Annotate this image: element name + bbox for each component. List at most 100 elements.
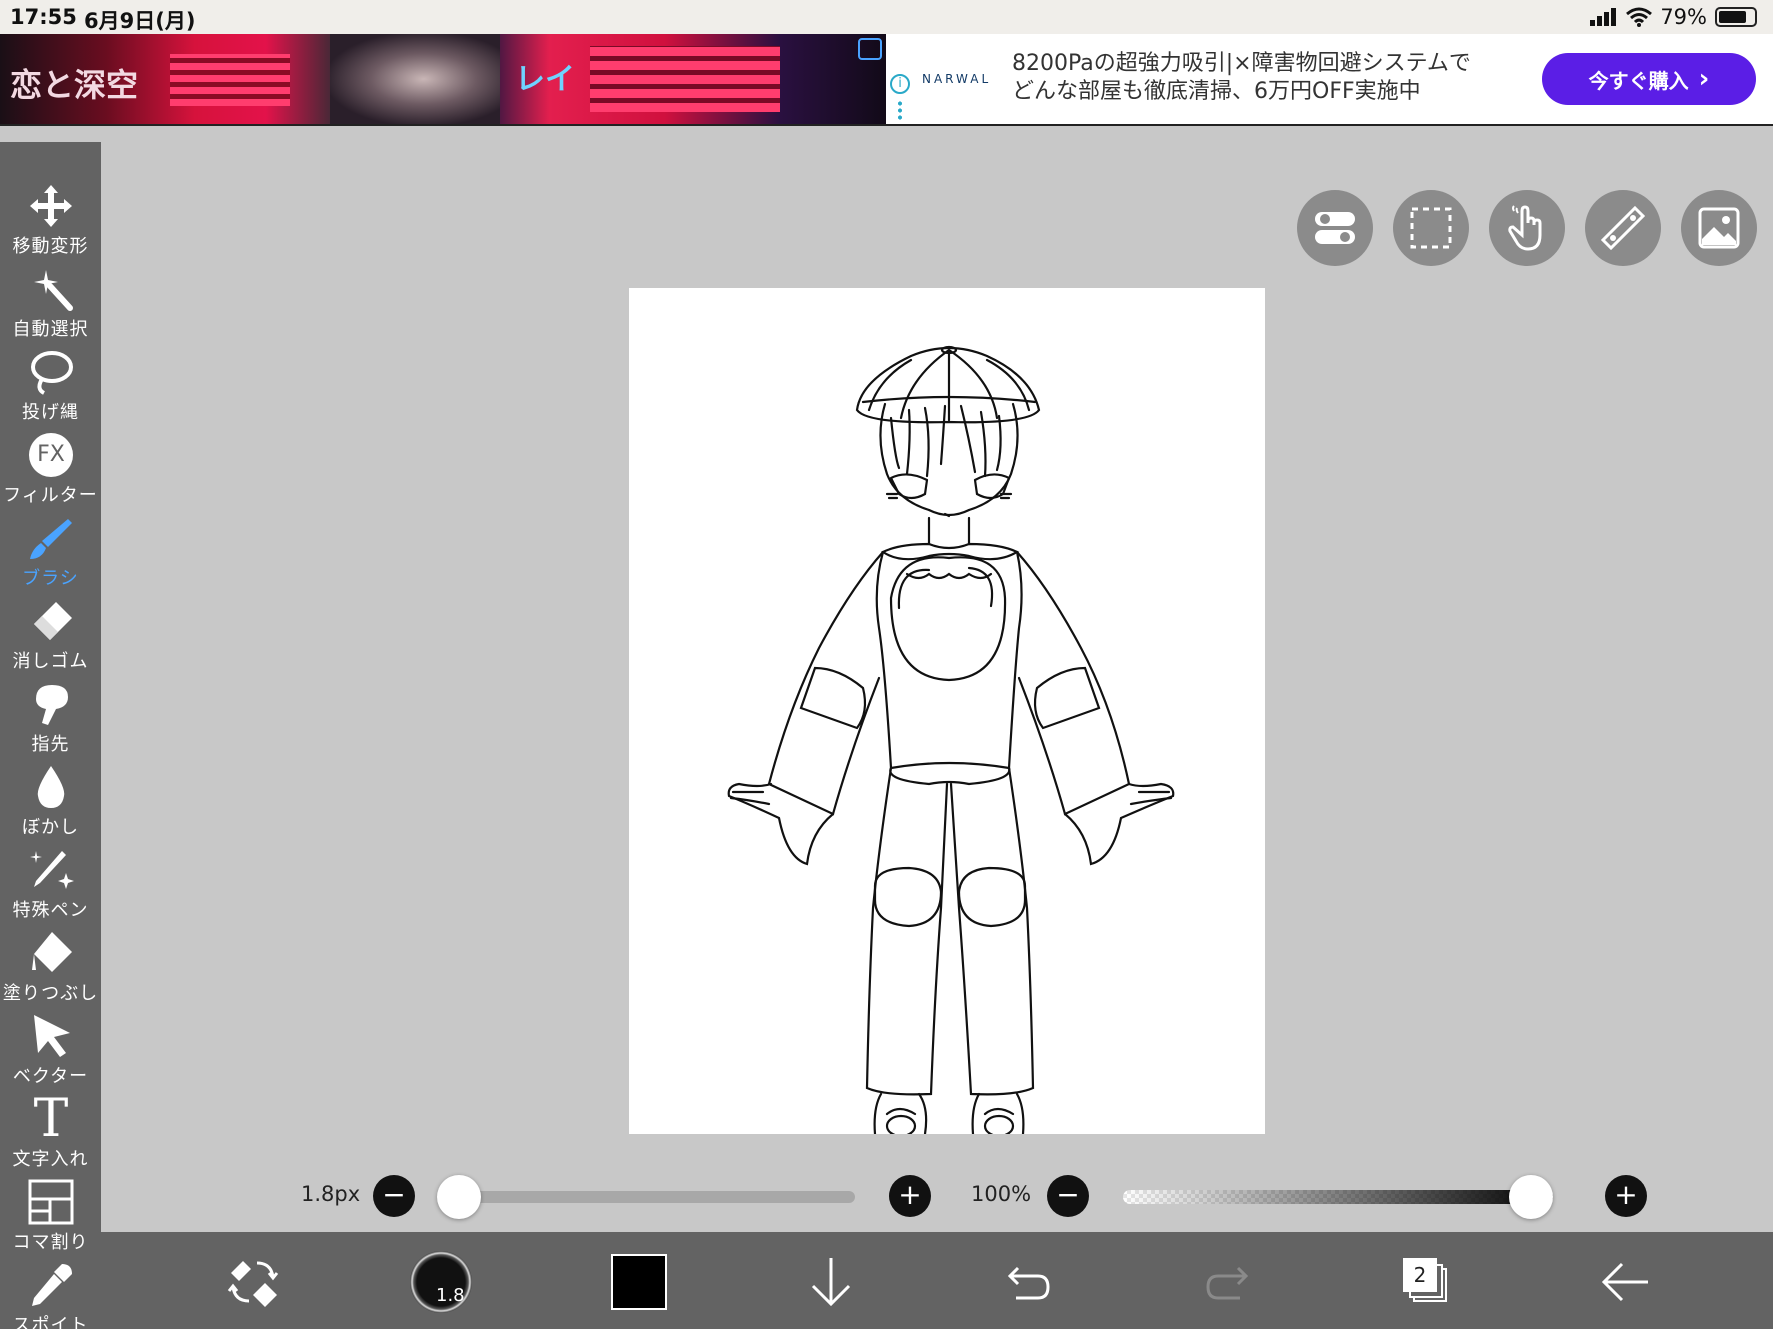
opacity-slider[interactable] — [1123, 1175, 1553, 1219]
brush-size-preview-button[interactable]: 1.8 — [407, 1251, 475, 1313]
lasso-icon — [26, 348, 76, 396]
material-button[interactable] — [1681, 190, 1757, 266]
tool-vector[interactable]: ベクター — [0, 1012, 101, 1095]
gesture-button[interactable] — [1489, 190, 1565, 266]
import-button[interactable] — [801, 1252, 861, 1312]
tool-filter[interactable]: FX フィルター — [0, 431, 101, 514]
ad-artwork[interactable]: 恋と深空 レイ — [0, 34, 886, 124]
tool-label: フィルター — [3, 485, 98, 506]
brush-eraser-swap-icon — [227, 1261, 279, 1307]
ad-text-line2: どんな部屋も徹底清掃、6万円OFF実施中 — [1012, 79, 1421, 104]
brush-size-minus-button[interactable]: − — [373, 1175, 415, 1217]
tool-label: 文字入れ — [12, 1149, 89, 1170]
text-t-glyph: T — [33, 1089, 69, 1149]
status-bar: 17:55 6月9日(月) 79% — [0, 0, 1773, 34]
tool-move[interactable]: 移動変形 — [0, 182, 101, 265]
arrow-down-icon — [811, 1258, 851, 1307]
bottom-toolbar: 1.8 2 — [101, 1232, 1773, 1329]
text-t-icon: T — [26, 1089, 76, 1149]
opacity-plus-button[interactable]: + — [1605, 1175, 1647, 1217]
layer-count: 2 — [1413, 1263, 1427, 1287]
cursor-arrow-icon — [26, 1012, 76, 1060]
selection-button[interactable] — [1393, 190, 1469, 266]
blur-drop-icon — [26, 763, 76, 811]
tool-eyedropper[interactable]: スポイト — [0, 1261, 101, 1329]
brush-size-preview: 1.8 — [410, 1251, 472, 1313]
color-swatch — [611, 1254, 667, 1310]
opacity-knob[interactable] — [1509, 1175, 1553, 1219]
selection-rect-icon — [1410, 207, 1452, 249]
toggle-icon — [1315, 212, 1355, 244]
redo-button[interactable] — [1197, 1252, 1257, 1312]
drawing-canvas[interactable] — [629, 288, 1265, 1138]
tool-label: 投げ縄 — [22, 402, 79, 423]
tool-label: 特殊ペン — [12, 900, 89, 921]
brush-size-label: 1.8px — [301, 1182, 361, 1206]
battery-icon — [1715, 7, 1757, 27]
sparkle-pen-icon — [26, 846, 76, 894]
tool-brush[interactable]: ブラシ — [0, 514, 101, 597]
tool-sidebar: 移動変形 自動選択 投げ縄 FX フィルター ブラシ 消しゴム 指先 ぼかし 特… — [0, 142, 101, 1329]
magic-wand-icon — [26, 265, 76, 313]
layers-button[interactable]: 2 — [1397, 1252, 1457, 1312]
fx-icon: FX — [26, 431, 76, 479]
back-button[interactable] — [1595, 1252, 1655, 1312]
ad-brand: NARWAL — [922, 72, 992, 86]
layers-icon: 2 — [1403, 1258, 1451, 1306]
ad-cta-label: 今すぐ購入 — [1588, 68, 1689, 93]
status-time: 17:55 — [10, 5, 77, 29]
ad-choices-icon[interactable] — [858, 38, 882, 60]
hand-touch-icon — [1508, 205, 1542, 251]
brush-size-plus-button[interactable]: + — [889, 1175, 931, 1217]
ad-art-subtitle: レイ — [515, 62, 575, 97]
eyedropper-icon — [26, 1261, 76, 1309]
color-button[interactable] — [609, 1252, 669, 1312]
tool-fill[interactable]: 塗りつぶし — [0, 929, 101, 1012]
brush-size-knob[interactable] — [437, 1175, 481, 1219]
ad-banner[interactable]: 恋と深空 レイ i NARWAL 8200Paの超強力吸引|×障害物回避システム… — [0, 34, 1773, 126]
undo-button[interactable] — [999, 1252, 1059, 1312]
ad-cta-button[interactable]: 今すぐ購入 › — [1542, 53, 1756, 105]
ad-art-face — [330, 34, 500, 124]
tool-lasso[interactable]: 投げ縄 — [0, 348, 101, 431]
tool-magic-wand[interactable]: 自動選択 — [0, 265, 101, 348]
brush-size-slider[interactable] — [437, 1175, 855, 1219]
ad-art-block-right — [590, 46, 780, 112]
panel-layout-icon — [26, 1178, 76, 1226]
status-right: 79% — [1590, 5, 1757, 29]
battery-percent: 79% — [1660, 5, 1707, 29]
tool-finger[interactable]: 指先 — [0, 680, 101, 763]
tool-label: ぼかし — [22, 817, 79, 838]
tool-label: 指先 — [31, 734, 70, 755]
finger-icon — [26, 680, 76, 728]
ad-info-icon[interactable]: i — [890, 74, 910, 94]
opacity-minus-button[interactable]: − — [1047, 1175, 1089, 1217]
chevron-right-icon: › — [1698, 64, 1710, 94]
ad-art-block — [170, 54, 290, 106]
workspace[interactable] — [101, 142, 1773, 1232]
layer-front: 2 — [1403, 1258, 1437, 1292]
tool-frame[interactable]: コマ割り — [0, 1178, 101, 1261]
ruler-icon — [1601, 206, 1645, 250]
tool-blur[interactable]: ぼかし — [0, 763, 101, 846]
ad-more-icon[interactable] — [898, 100, 902, 122]
tool-label: 移動変形 — [12, 236, 89, 257]
tool-special-pen[interactable]: 特殊ペン — [0, 846, 101, 929]
quick-switch-button[interactable] — [219, 1252, 289, 1312]
toggle-button[interactable] — [1297, 190, 1373, 266]
wifi-icon — [1626, 7, 1653, 27]
ad-text[interactable]: 8200Paの超強力吸引|×障害物回避システムで どんな部屋も徹底清掃、6万円O… — [1012, 50, 1471, 106]
tool-eraser[interactable]: 消しゴム — [0, 597, 101, 680]
move-icon — [26, 182, 76, 230]
brush-icon — [26, 514, 76, 562]
brush-size-badge: 1.8 — [436, 1285, 465, 1306]
ad-text-line1: 8200Paの超強力吸引|×障害物回避システムで — [1012, 51, 1471, 76]
tool-text[interactable]: T 文字入れ — [0, 1089, 101, 1178]
arrow-left-icon — [1601, 1262, 1648, 1302]
tool-label: ブラシ — [22, 568, 79, 589]
eraser-icon — [26, 597, 76, 645]
ad-art-title: 恋と深空 — [10, 66, 139, 104]
ruler-button[interactable] — [1585, 190, 1661, 266]
redo-icon — [1206, 1266, 1249, 1300]
line-art-drawing — [727, 345, 1175, 1138]
